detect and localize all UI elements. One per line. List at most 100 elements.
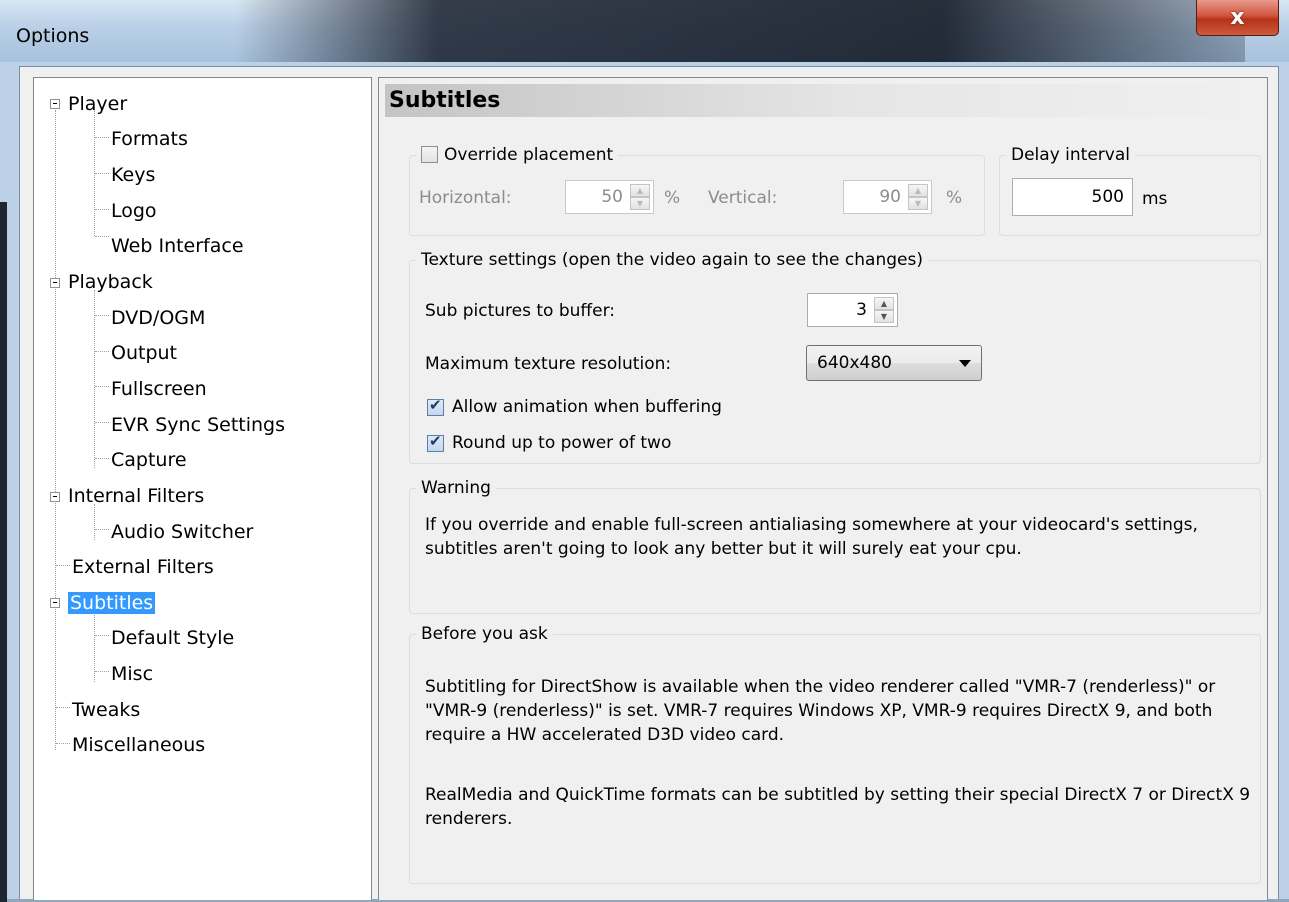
tree-item-label: Capture bbox=[111, 449, 187, 471]
tree-item-external-filters[interactable]: External Filters bbox=[72, 555, 214, 579]
subtitles-page: Subtitles Override placement Horizontal:… bbox=[378, 77, 1268, 900]
vertical-unit: % bbox=[946, 188, 963, 208]
tree-item-capture[interactable]: Capture bbox=[111, 448, 187, 472]
override-placement-label: Override placement bbox=[444, 145, 614, 165]
tree-item-formats[interactable]: Formats bbox=[111, 127, 188, 151]
spin-down-icon[interactable]: ▼ bbox=[630, 197, 650, 210]
sub-pictures-value: 3 bbox=[856, 300, 867, 320]
before-you-ask-title: Before you ask bbox=[416, 622, 553, 646]
tree-branch bbox=[95, 209, 109, 210]
before-you-ask-text-1: Subtitling for DirectShow is available w… bbox=[425, 677, 1216, 745]
tree-item-label: Misc bbox=[111, 663, 154, 685]
round-up-checkbox[interactable] bbox=[427, 432, 444, 452]
spin-down-icon[interactable]: ▼ bbox=[874, 310, 894, 323]
tree-item-audio-switcher[interactable]: Audio Switcher bbox=[111, 520, 253, 544]
tree-branch bbox=[95, 422, 109, 423]
delay-value: 500 bbox=[1091, 187, 1124, 207]
horizontal-label: Horizontal: bbox=[419, 188, 512, 208]
before-you-ask-group: Before you ask Subtitling for DirectShow… bbox=[409, 622, 1261, 884]
collapse-icon[interactable] bbox=[50, 492, 60, 502]
tree-branch bbox=[95, 137, 109, 138]
window-frame: Player Formats Keys Logo Web Interface P… bbox=[0, 62, 1289, 902]
background-window-edge bbox=[0, 202, 7, 902]
tree-item-label: Fullscreen bbox=[111, 378, 207, 400]
texture-group: Texture settings (open the video again t… bbox=[409, 248, 1261, 464]
tree-item-miscellaneous[interactable]: Miscellaneous bbox=[72, 733, 205, 757]
tree-item-label: External Filters bbox=[72, 556, 214, 578]
vertical-spinner[interactable]: 90 ▲ ▼ bbox=[843, 180, 932, 214]
tree-item-label: DVD/OGM bbox=[111, 307, 206, 329]
tree-item-label: Subtitles bbox=[68, 592, 156, 614]
tree-item-label: Player bbox=[68, 93, 128, 115]
tree-branch bbox=[95, 529, 109, 530]
page-title: Subtitles bbox=[385, 84, 1259, 117]
tree-branch bbox=[95, 458, 109, 459]
title-bar-background bbox=[235, 0, 1245, 62]
override-placement-checkbox[interactable] bbox=[421, 146, 438, 163]
tree-item-internal-filters[interactable]: Internal Filters bbox=[68, 484, 204, 508]
tree-branch bbox=[56, 707, 70, 708]
placement-group: Override placement Horizontal: 50 ▲ ▼ % V… bbox=[409, 143, 985, 236]
texture-group-title: Texture settings (open the video again t… bbox=[416, 248, 928, 272]
warning-text: If you override and enable full-screen a… bbox=[425, 515, 1198, 559]
tree-item-keys[interactable]: Keys bbox=[111, 163, 155, 187]
tree-branch bbox=[56, 743, 70, 744]
delay-input[interactable]: 500 bbox=[1012, 178, 1133, 216]
spin-down-icon[interactable]: ▼ bbox=[908, 197, 928, 210]
tree-item-player[interactable]: Player bbox=[68, 92, 127, 116]
allow-animation-label[interactable]: Allow animation when buffering bbox=[452, 395, 722, 419]
dialog-client-area: Player Formats Keys Logo Web Interface P… bbox=[19, 66, 1279, 900]
tree-item-label: Internal Filters bbox=[68, 485, 205, 507]
tree-item-output[interactable]: Output bbox=[111, 341, 177, 365]
tree-item-label: Audio Switcher bbox=[111, 521, 254, 543]
close-button[interactable]: x bbox=[1196, 0, 1279, 36]
tree-item-label: Default Style bbox=[111, 627, 235, 649]
collapse-icon[interactable] bbox=[50, 598, 60, 608]
tree-item-label: Output bbox=[111, 342, 177, 364]
warning-group-title: Warning bbox=[416, 476, 496, 500]
placement-group-header[interactable]: Override placement bbox=[416, 143, 619, 167]
tree-branch bbox=[95, 351, 109, 352]
tree-item-label: Playback bbox=[68, 271, 153, 293]
collapse-icon[interactable] bbox=[50, 278, 60, 288]
spin-up-icon[interactable]: ▲ bbox=[874, 297, 894, 310]
dropdown-arrow-icon bbox=[959, 360, 971, 367]
tree-item-playback[interactable]: Playback bbox=[68, 270, 153, 294]
tree-item-misc[interactable]: Misc bbox=[111, 662, 153, 686]
window-title: Options bbox=[16, 25, 90, 47]
tree-item-label: Web Interface bbox=[111, 235, 244, 257]
title-bar: Options x bbox=[0, 0, 1289, 62]
sub-pictures-spinner[interactable]: 3 ▲ ▼ bbox=[807, 293, 898, 327]
before-you-ask-text-2: RealMedia and QuickTime formats can be s… bbox=[425, 785, 1251, 829]
tree-branch bbox=[95, 671, 109, 672]
tree-item-default-style[interactable]: Default Style bbox=[111, 626, 234, 650]
tree-item-web-interface[interactable]: Web Interface bbox=[111, 234, 244, 258]
spin-up-icon[interactable]: ▲ bbox=[630, 184, 650, 197]
tree-item-tweaks[interactable]: Tweaks bbox=[72, 698, 140, 722]
tree-root-line bbox=[55, 110, 56, 750]
tree-item-dvd-ogm[interactable]: DVD/OGM bbox=[111, 306, 205, 330]
tree-branch bbox=[95, 236, 109, 237]
sub-pictures-label: Sub pictures to buffer: bbox=[425, 301, 616, 321]
tree-item-subtitles[interactable]: Subtitles bbox=[68, 591, 156, 615]
delay-group-title: Delay interval bbox=[1006, 143, 1135, 167]
tree-item-label: Formats bbox=[111, 128, 188, 150]
delay-group: Delay interval 500 ms bbox=[999, 143, 1261, 236]
delay-unit: ms bbox=[1142, 189, 1168, 209]
options-tree[interactable]: Player Formats Keys Logo Web Interface P… bbox=[33, 77, 372, 900]
allow-animation-checkbox[interactable] bbox=[427, 396, 444, 416]
tree-item-logo[interactable]: Logo bbox=[111, 199, 157, 223]
horizontal-spinner[interactable]: 50 ▲ ▼ bbox=[565, 180, 654, 214]
tree-item-label: EVR Sync Settings bbox=[111, 414, 286, 436]
tree-playback-line bbox=[94, 290, 95, 468]
max-resolution-label: Maximum texture resolution: bbox=[425, 354, 672, 374]
tree-branch bbox=[95, 173, 109, 174]
tree-item-evr-sync-settings[interactable]: EVR Sync Settings bbox=[111, 413, 285, 437]
tree-item-fullscreen[interactable]: Fullscreen bbox=[111, 377, 207, 401]
max-resolution-dropdown[interactable]: 640x480 bbox=[806, 345, 982, 381]
max-resolution-value: 640x480 bbox=[817, 353, 892, 373]
tree-branch bbox=[95, 386, 109, 387]
round-up-label[interactable]: Round up to power of two bbox=[452, 431, 671, 455]
collapse-icon[interactable] bbox=[50, 99, 60, 109]
spin-up-icon[interactable]: ▲ bbox=[908, 184, 928, 197]
